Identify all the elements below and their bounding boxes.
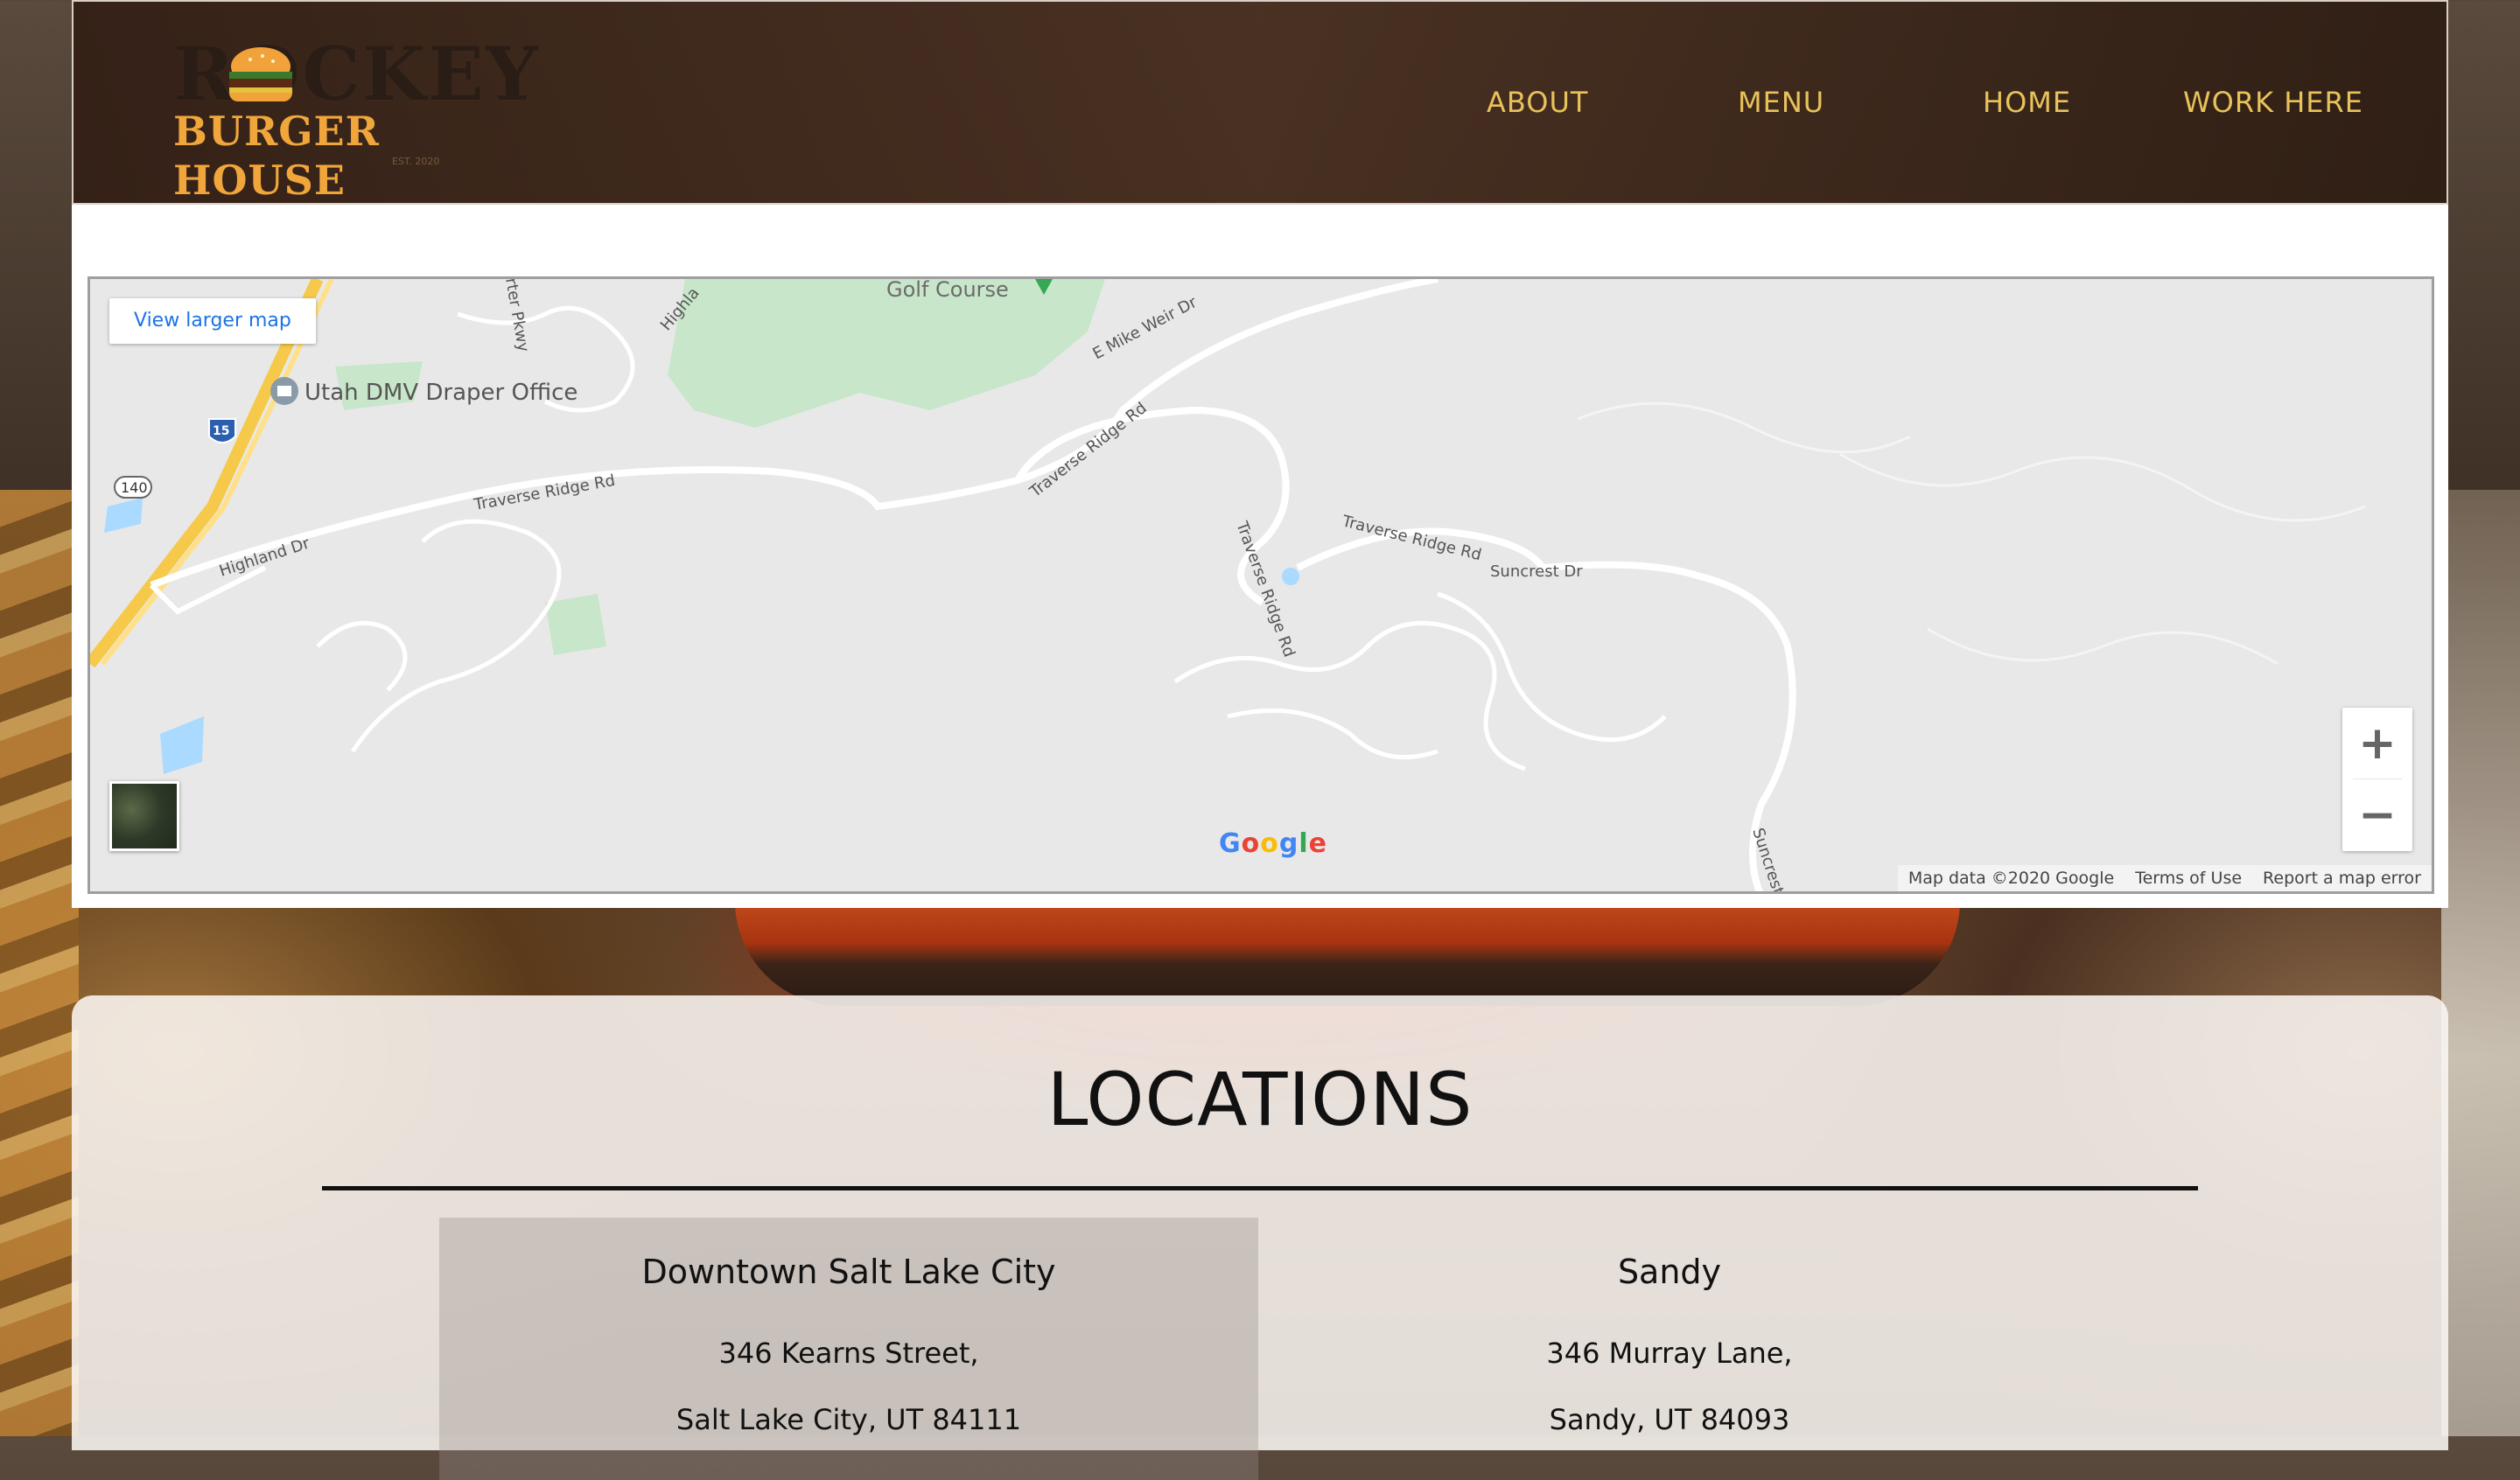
map-label-140: 140 [121, 479, 148, 496]
zoom-in-button[interactable]: + [2342, 708, 2412, 779]
map-panel: Golf Course E Mike Weir Dr Utah DMV Drap… [72, 205, 2448, 908]
location-city: Salt Lake City, UT 84111 [676, 1403, 1022, 1436]
view-larger-map-link[interactable]: View larger map [109, 298, 316, 344]
nav-work-here[interactable]: WORK HERE [2183, 86, 2363, 119]
zoom-control: + − [2342, 708, 2412, 851]
google-letter: l [1298, 828, 1309, 859]
map-label-traverse-4: Traverse Ridge Rd [1340, 512, 1483, 564]
nav-about[interactable]: ABOUT [1487, 86, 1588, 119]
google-letter: o [1241, 828, 1261, 859]
logo-est: EST. 2020 [392, 156, 440, 167]
logo[interactable]: ROCKEY BURGER HOUSE EST. 2020 [173, 35, 538, 205]
map-label-traverse-1: Traverse Ridge Rd [472, 471, 616, 514]
map-label-i15: 15 [213, 424, 229, 438]
terms-of-use-link[interactable]: Terms of Use [2135, 869, 2242, 888]
map-label-mike-weir: E Mike Weir Dr [1089, 293, 1200, 364]
location-name: Downtown Salt Lake City [641, 1253, 1056, 1291]
location-street: 346 Murray Lane, [1546, 1337, 1793, 1370]
google-letter: o [1260, 828, 1279, 859]
location-city: Sandy, UT 84093 [1549, 1403, 1790, 1436]
location-card-sandy[interactable]: Sandy 346 Murray Lane, Sandy, UT 84093 [1260, 1218, 2079, 1480]
embedded-map[interactable]: Golf Course E Mike Weir Dr Utah DMV Drap… [88, 276, 2434, 894]
map-label-golf: Golf Course [886, 279, 1009, 302]
location-name: Sandy [1617, 1253, 1722, 1291]
map-label-dmv: Utah DMV Draper Office [304, 380, 578, 406]
map-attribution: Map data ©2020 Google [1908, 869, 2115, 888]
nav-home[interactable]: HOME [1983, 86, 2071, 119]
site-header: ROCKEY BURGER HOUSE EST. 2020 ABOUT MENU… [72, 0, 2448, 205]
zoom-out-button[interactable]: − [2342, 779, 2412, 851]
google-letter: e [1308, 828, 1328, 859]
locations-divider [322, 1186, 2198, 1190]
map-label-porter: rter Pkwy [501, 279, 533, 353]
location-street: 346 Kearns Street, [718, 1337, 979, 1370]
nav-menu[interactable]: MENU [1738, 86, 1824, 119]
locations-title: LOCATIONS [1046, 1057, 1474, 1142]
report-map-error-link[interactable]: Report a map error [2263, 869, 2421, 888]
map-canvas[interactable]: Golf Course E Mike Weir Dr Utah DMV Drap… [90, 279, 2434, 894]
location-card-downtown[interactable]: Downtown Salt Lake City 346 Kearns Stree… [439, 1218, 1258, 1480]
locations-section: LOCATIONS Downtown Salt Lake City 346 Ke… [72, 995, 2448, 1480]
google-letter: G [1219, 828, 1242, 859]
burger-icon [229, 47, 292, 101]
google-logo[interactable]: Google [1219, 828, 1327, 859]
background-fries [0, 490, 79, 1436]
map-label-suncrest: Suncrest Dr [1490, 562, 1583, 581]
background-burger [735, 901, 1960, 1006]
logo-subtitle: BURGER HOUSE [173, 108, 380, 204]
map-footer: Map data ©2020 Google Terms of Use Repor… [1897, 865, 2432, 891]
google-letter: g [1278, 828, 1299, 859]
satellite-toggle[interactable] [109, 781, 179, 851]
background-plate [2441, 490, 2520, 1436]
